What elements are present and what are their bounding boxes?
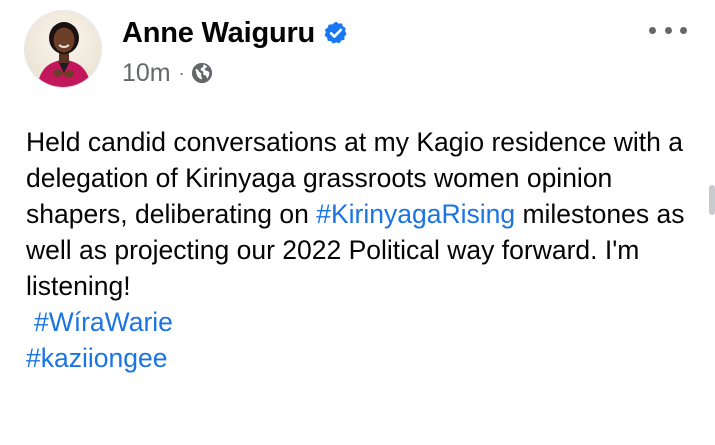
dot-2 bbox=[664, 26, 672, 34]
hashtag-wirawarie[interactable]: #WíraWarie bbox=[26, 304, 706, 340]
profile-photo bbox=[25, 11, 101, 87]
post-author: Anne Waiguru bbox=[122, 14, 349, 52]
facebook-post: Anne Waiguru 10m · Held candid conversat… bbox=[0, 0, 715, 445]
meta-separator: · bbox=[178, 62, 185, 83]
author-name[interactable]: Anne Waiguru bbox=[122, 17, 315, 50]
post-time[interactable]: 10m bbox=[122, 59, 171, 88]
post-body: Held candid conversations at my Kagio re… bbox=[26, 124, 706, 376]
avatar[interactable] bbox=[24, 10, 102, 88]
globe-icon[interactable] bbox=[191, 62, 213, 84]
hashtag-kirinyagarising[interactable]: #KirinyagaRising bbox=[316, 199, 515, 229]
dot-3 bbox=[680, 26, 687, 34]
verified-badge-icon bbox=[324, 21, 347, 44]
dot-1 bbox=[649, 26, 656, 34]
scrollbar[interactable] bbox=[709, 185, 715, 215]
hashtag-kaziiongee[interactable]: #kaziiongee bbox=[26, 340, 706, 376]
more-options-icon[interactable] bbox=[649, 22, 687, 38]
post-meta: 10m · bbox=[122, 57, 213, 89]
